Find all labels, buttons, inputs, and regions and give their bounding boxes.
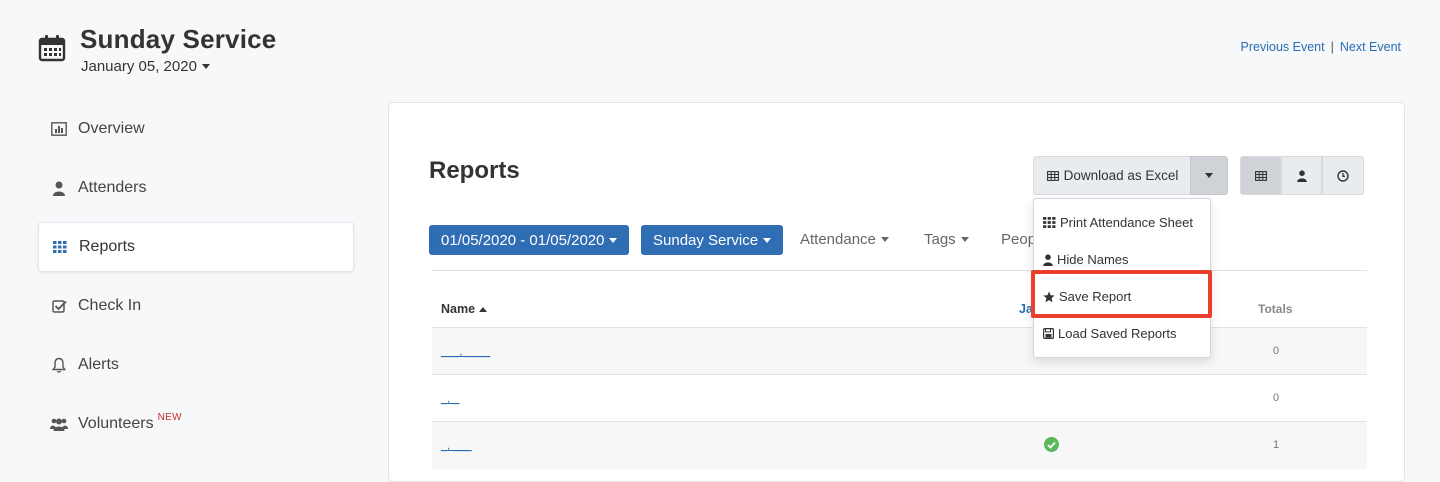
export-options-toggle[interactable] xyxy=(1190,156,1228,195)
reports-heading: Reports xyxy=(429,157,520,184)
new-badge: NEW xyxy=(157,411,182,423)
sidebar-item-label: Check In xyxy=(78,297,142,314)
sidebar-item-label: Alerts xyxy=(78,356,119,373)
calendar-icon xyxy=(38,35,66,62)
menu-item-print-attendance-sheet[interactable]: Print Attendance Sheet xyxy=(1043,215,1193,230)
sidebar-item-label: Volunteers xyxy=(78,415,154,432)
next-event-link[interactable]: Next Event xyxy=(1340,40,1401,54)
date-range-label: 01/05/2020 - 01/05/2020 xyxy=(441,231,605,249)
attender-name-link[interactable]: _, _ xyxy=(441,393,459,405)
caret-down-icon xyxy=(201,64,210,69)
attender-name-link[interactable]: ___, ____ xyxy=(441,346,490,358)
row-total: 0 xyxy=(1273,345,1280,357)
divider xyxy=(432,270,1367,271)
tags-filter[interactable]: Tags xyxy=(924,231,969,248)
sidebar-item-label: Attenders xyxy=(78,179,147,196)
caret-down-icon xyxy=(1205,173,1213,178)
sidebar-item-volunteers[interactable]: Volunteers NEW xyxy=(38,399,354,449)
menu-item-hide-names[interactable]: Hide Names xyxy=(1043,252,1129,267)
menu-item-load-saved-reports[interactable]: Load Saved Reports xyxy=(1043,326,1177,341)
caret-down-icon xyxy=(960,237,969,242)
user-icon xyxy=(50,179,68,197)
users-icon xyxy=(50,415,68,433)
clock-icon xyxy=(1337,169,1349,182)
table-icon xyxy=(1254,170,1267,181)
tags-filter-label: Tags xyxy=(924,231,956,248)
sidebar-item-label: Reports xyxy=(79,238,136,255)
table-row xyxy=(432,328,1367,375)
menu-item-label: Print Attendance Sheet xyxy=(1060,215,1193,230)
table-view-button[interactable] xyxy=(1240,156,1281,195)
caret-down-icon xyxy=(609,237,618,243)
attendance-filter-label: Attendance xyxy=(800,231,876,248)
sort-ascending-icon xyxy=(479,306,488,312)
attendance-filter[interactable]: Attendance xyxy=(800,231,889,248)
person-view-button[interactable] xyxy=(1281,156,1322,195)
attender-name-link[interactable]: _, ___ xyxy=(441,440,472,452)
table-row xyxy=(432,422,1367,469)
event-filter[interactable]: Sunday Service xyxy=(641,225,784,255)
divider xyxy=(432,374,1367,375)
user-icon xyxy=(1296,169,1307,182)
view-toggle-group xyxy=(1240,156,1364,195)
attended-check-icon xyxy=(1044,437,1059,452)
event-filter-label: Sunday Service xyxy=(653,231,759,249)
totals-column-header: Totals xyxy=(1258,302,1293,316)
save-icon xyxy=(1043,328,1054,339)
caret-down-icon xyxy=(880,237,889,242)
bar-chart-icon xyxy=(50,120,68,138)
download-excel-label: Download as Excel xyxy=(1063,168,1179,183)
menu-item-label: Hide Names xyxy=(1057,252,1129,267)
download-excel-button[interactable]: Download as Excel xyxy=(1033,156,1191,195)
people-filter[interactable]: Peop xyxy=(1001,231,1036,248)
sidebar-item-attenders[interactable]: Attenders xyxy=(38,163,354,213)
caret-down-icon xyxy=(763,237,772,243)
bell-icon xyxy=(50,356,68,374)
row-total: 1 xyxy=(1273,439,1280,451)
user-icon xyxy=(1043,253,1053,266)
save-report-highlight xyxy=(1031,270,1212,318)
nav-separator: | xyxy=(1330,40,1334,54)
event-navigation: Previous Event | Next Event xyxy=(1241,40,1401,54)
grid-icon xyxy=(51,238,69,256)
previous-event-link[interactable]: Previous Event xyxy=(1241,40,1325,54)
sidebar-item-alerts[interactable]: Alerts xyxy=(38,340,354,390)
row-total: 0 xyxy=(1273,392,1280,404)
menu-item-label: Load Saved Reports xyxy=(1058,326,1177,341)
page-title: Sunday Service xyxy=(80,24,277,54)
name-column-header[interactable]: Name xyxy=(441,302,488,316)
date-range-filter[interactable]: 01/05/2020 - 01/05/2020 xyxy=(429,225,630,255)
sidebar-item-reports[interactable]: Reports xyxy=(38,222,354,272)
event-date-dropdown[interactable]: January 05, 2020 xyxy=(81,58,210,75)
table-icon xyxy=(1046,170,1059,181)
sidebar-item-label: Overview xyxy=(78,120,145,137)
name-column-label: Name xyxy=(441,302,476,316)
checkbox-icon xyxy=(50,297,68,315)
time-view-button[interactable] xyxy=(1322,156,1364,195)
sidebar-item-check-in[interactable]: Check In xyxy=(38,281,354,331)
sidebar-item-overview[interactable]: Overview xyxy=(38,104,354,154)
grid-icon xyxy=(1043,217,1056,228)
people-filter-label: Peop xyxy=(1001,231,1037,248)
event-date-label: January 05, 2020 xyxy=(81,58,197,75)
